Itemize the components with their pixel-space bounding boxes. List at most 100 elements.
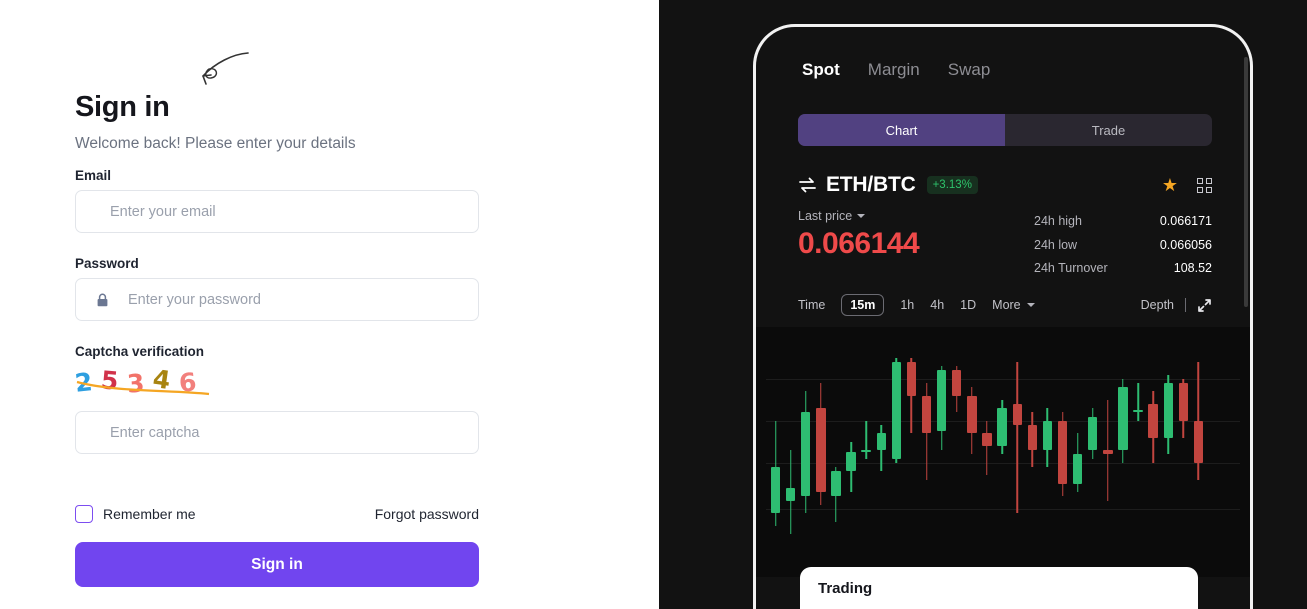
sign-in-button[interactable]: Sign in: [75, 542, 479, 587]
page-subtitle: Welcome back! Please enter your details: [75, 135, 356, 152]
star-icon[interactable]: ★: [1162, 176, 1178, 194]
captcha-label: Captcha verification: [75, 344, 205, 359]
time-label[interactable]: Time: [798, 298, 825, 312]
candle-body: [770, 467, 781, 514]
candle-body: [801, 412, 811, 497]
remember-row: Remember me Forgot password: [75, 505, 479, 523]
timeframe-more[interactable]: More: [992, 298, 1035, 312]
timeframe-4h[interactable]: 4h: [930, 298, 944, 312]
candle-body: [1118, 387, 1128, 451]
password-label: Password: [75, 256, 139, 271]
timeframe-1d[interactable]: 1D: [960, 298, 976, 312]
timeframe-toolbar: Time 15m 1h 4h 1D More Depth: [798, 292, 1212, 318]
swap-arrows-icon[interactable]: [798, 177, 817, 193]
candlestick: [1148, 327, 1158, 577]
candle-body: [1103, 450, 1113, 455]
forgot-password-link[interactable]: Forgot password: [375, 506, 479, 522]
captcha-field-group: Captcha verification 25346: [75, 344, 479, 454]
candle-body: [1027, 425, 1037, 451]
candle-body: [891, 362, 902, 459]
candlestick: [1012, 327, 1022, 577]
candlestick: [1103, 327, 1113, 577]
signin-panel: Sign in Welcome back! Please enter your …: [0, 0, 659, 609]
scrollbar[interactable]: [1244, 57, 1248, 307]
timeframe-15m[interactable]: 15m: [841, 294, 885, 316]
stat-label: 24h Turnover: [1034, 261, 1108, 275]
candlestick: [891, 327, 902, 577]
candle-body: [921, 395, 932, 434]
remember-me-control[interactable]: Remember me: [75, 505, 196, 523]
candle-body: [982, 433, 992, 446]
stat-24h-low: 24h low 0.066056: [1034, 234, 1212, 258]
candlestick: [1057, 327, 1068, 577]
chevron-down-icon: [1026, 303, 1035, 307]
candle-body: [876, 433, 886, 451]
captcha-input-box[interactable]: [75, 411, 479, 454]
bottom-info-card: Trading: [800, 567, 1198, 609]
candlestick: [861, 327, 871, 577]
segment-trade[interactable]: Trade: [1005, 114, 1212, 146]
last-price-selector[interactable]: Last price: [798, 209, 919, 223]
candlestick: [952, 327, 962, 577]
remember-me-label: Remember me: [103, 506, 196, 522]
candlestick: [1178, 327, 1189, 577]
segment-chart[interactable]: Chart: [798, 114, 1005, 146]
email-field-group: Email: [75, 168, 479, 233]
candle-body: [1178, 383, 1189, 421]
candlestick: [1088, 327, 1098, 577]
candlestick: [1118, 327, 1128, 577]
tab-swap[interactable]: Swap: [948, 60, 991, 80]
candle-body: [1193, 420, 1204, 463]
candlestick: [1163, 327, 1173, 577]
promo-panel: Spot Margin Swap Chart Trade ETH/BTC +3.…: [659, 0, 1307, 609]
password-input[interactable]: [76, 279, 478, 320]
candle-body: [997, 408, 1007, 446]
email-label: Email: [75, 168, 112, 183]
tab-spot[interactable]: Spot: [802, 60, 840, 80]
candlestick: [770, 327, 781, 577]
candlestick-chart[interactable]: [756, 327, 1250, 577]
candle-wick: [986, 420, 988, 476]
pair-actions: ★: [1162, 176, 1212, 194]
candlestick: [816, 327, 826, 577]
candle-wick: [1016, 362, 1018, 514]
signin-page: Sign in Welcome back! Please enter your …: [0, 0, 1307, 609]
email-input-box[interactable]: [75, 190, 479, 233]
candle-body: [846, 452, 856, 472]
page-title: Sign in: [75, 91, 170, 123]
candle-body: [861, 450, 871, 453]
timeframe-1h[interactable]: 1h: [900, 298, 914, 312]
stat-24h-turnover: 24h Turnover 108.52: [1034, 257, 1212, 281]
stat-24h-high: 24h high 0.066171: [1034, 210, 1212, 234]
grid-view-icon[interactable]: [1197, 177, 1212, 193]
bottom-card-title: Trading: [818, 580, 873, 597]
candle-body: [1012, 404, 1022, 425]
captcha-strike-line: [76, 380, 210, 396]
pair-symbol: ETH/BTC: [826, 173, 916, 196]
password-input-box[interactable]: [75, 278, 479, 321]
remember-me-checkbox[interactable]: [75, 505, 93, 523]
password-field-group: Password: [75, 256, 479, 321]
curved-arrow-doodle: [202, 52, 249, 85]
captcha-image[interactable]: 25346: [75, 366, 211, 400]
captcha-input[interactable]: [76, 412, 478, 453]
expand-icon[interactable]: [1197, 298, 1212, 313]
divider: [1185, 298, 1186, 312]
candle-body: [967, 395, 977, 434]
chart-trade-segmented: Chart Trade: [798, 114, 1212, 146]
candle-body: [816, 408, 826, 493]
candle-body: [952, 370, 962, 396]
candlestick: [906, 327, 917, 577]
candle-body: [1072, 454, 1083, 484]
last-price-label: Last price: [798, 209, 853, 223]
last-price-block: Last price 0.066144: [798, 209, 920, 261]
candle-wick: [1137, 383, 1139, 421]
email-input[interactable]: [76, 191, 478, 232]
candlestick: [921, 327, 932, 577]
candlestick: [1072, 327, 1083, 577]
candlestick: [982, 327, 992, 577]
depth-button[interactable]: Depth: [1141, 298, 1174, 312]
candle-body: [1088, 416, 1098, 451]
candle-body: [1042, 420, 1053, 451]
tab-margin[interactable]: Margin: [868, 60, 920, 80]
